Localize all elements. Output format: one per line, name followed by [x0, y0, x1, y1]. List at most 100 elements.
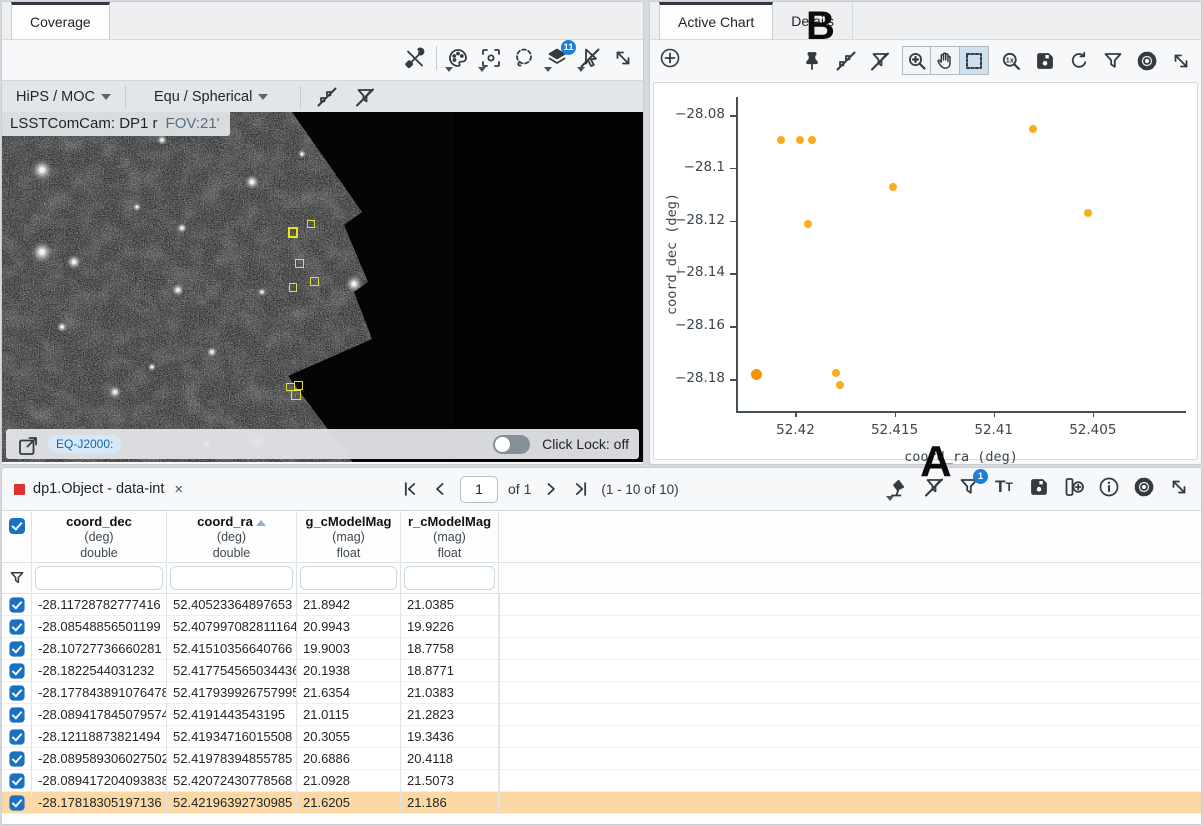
row-checkbox[interactable] — [8, 597, 25, 613]
palette-icon[interactable] — [445, 46, 470, 72]
row-select-cell — [2, 638, 32, 660]
data-point[interactable] — [1029, 125, 1038, 134]
lasso-select-icon[interactable] — [512, 46, 536, 70]
tab-coverage[interactable]: Coverage — [11, 2, 110, 39]
data-point[interactable] — [777, 135, 786, 144]
table-cell: 19.9226 — [401, 616, 499, 638]
table-row[interactable]: -28.10727736660281 52.41510356640766 19.90… — [2, 638, 1201, 660]
row-checkbox[interactable] — [8, 707, 25, 723]
data-point[interactable] — [795, 136, 804, 145]
y-axis-line — [736, 97, 738, 411]
row-checkbox[interactable] — [8, 729, 25, 745]
column-header-g_cModelMag[interactable]: g_cModelMag (mag) float — [297, 511, 401, 563]
row-end-border — [499, 704, 500, 726]
source-marker-box[interactable] — [310, 277, 319, 286]
hips-moc-dropdown[interactable]: HiPS / MOC — [16, 89, 111, 105]
tab-active-chart[interactable]: Active Chart — [659, 2, 774, 39]
pan-tool[interactable] — [931, 46, 960, 75]
table-row[interactable]: -28.089417204093838 52.42072430778568 21.0… — [2, 770, 1201, 792]
table-save-icon[interactable] — [1027, 475, 1051, 499]
data-point[interactable] — [832, 369, 841, 378]
data-point[interactable] — [751, 368, 763, 380]
row-checkbox[interactable] — [8, 795, 25, 811]
row-checkbox[interactable] — [8, 619, 25, 635]
source-marker-box[interactable] — [294, 381, 303, 390]
restore-icon[interactable] — [1067, 49, 1091, 73]
last-page-icon[interactable] — [571, 479, 591, 499]
table-tab[interactable]: dp1.Object - data-int × — [2, 481, 195, 498]
first-page-icon[interactable] — [400, 479, 420, 499]
sky-image-viewer[interactable]: LSSTComCam: DP1 r FOV:21' EQ-J2000: Click… — [2, 112, 643, 462]
pin-icon[interactable] — [800, 49, 824, 73]
source-marker-box[interactable] — [295, 259, 304, 268]
marker-off-icon[interactable] — [315, 85, 339, 109]
layers-icon[interactable]: 11 — [544, 40, 576, 72]
data-point[interactable] — [804, 219, 813, 228]
source-marker-box[interactable] — [288, 227, 298, 238]
click-lock-label: Click Lock: off — [542, 436, 629, 452]
scatter-plot[interactable]: −28.08 −28.1 −28.12 −28.14 −28.16 −28.18 52.42… — [654, 83, 1197, 465]
click-lock-toggle[interactable] — [493, 434, 531, 454]
table-row[interactable]: -28.11728782777416 52.40523364897653 21.89… — [2, 594, 1201, 616]
table-row[interactable]: -28.1822544031232 52.417754565034436 20.19… — [2, 660, 1201, 682]
text-view-icon[interactable]: TT — [992, 475, 1016, 499]
expand-icon[interactable] — [611, 46, 635, 70]
row-checkbox[interactable] — [8, 685, 25, 701]
tools-icon[interactable] — [403, 46, 427, 70]
data-point[interactable] — [835, 380, 844, 389]
chart-expand-icon[interactable] — [1169, 49, 1193, 73]
prev-page-icon[interactable] — [430, 479, 450, 499]
row-checkbox[interactable] — [8, 663, 25, 679]
external-link-icon[interactable] — [16, 434, 37, 455]
row-checkbox[interactable] — [8, 773, 25, 789]
row-checkbox[interactable] — [8, 751, 25, 767]
chart-marker-off-icon[interactable] — [834, 49, 858, 73]
source-marker-box[interactable] — [289, 283, 297, 292]
info-icon[interactable] — [1097, 475, 1121, 499]
next-page-icon[interactable] — [541, 479, 561, 499]
filter-input-r_cModelMag[interactable] — [404, 566, 495, 590]
select-all-cell — [2, 511, 32, 563]
filter-input-g_cModelMag[interactable] — [300, 566, 397, 590]
filter-off-icon[interactable] — [353, 85, 377, 109]
source-marker-box[interactable] — [291, 390, 301, 400]
lamp-icon[interactable] — [886, 475, 911, 501]
add-column-icon[interactable] — [1062, 475, 1086, 499]
table-expand-icon[interactable] — [1167, 475, 1191, 499]
data-point[interactable] — [808, 135, 817, 144]
page-number-input[interactable] — [460, 475, 498, 503]
zoom-reset-icon[interactable]: 1x — [999, 49, 1023, 73]
table-cell: 20.6886 — [297, 748, 401, 770]
chart-filter-off-icon[interactable] — [868, 49, 892, 73]
table-cell: 20.4118 — [401, 748, 499, 770]
column-header-r_cModelMag[interactable]: r_cModelMag (mag) float — [401, 511, 499, 563]
zoom-in-tool[interactable] — [902, 46, 931, 75]
table-row[interactable]: -28.08548856501199 52.407997082811164 20.9… — [2, 616, 1201, 638]
select-all-checkbox[interactable] — [8, 518, 25, 534]
filter-input-coord_ra[interactable] — [170, 566, 293, 590]
chart-save-icon[interactable] — [1033, 49, 1057, 73]
table-tab-close-icon[interactable]: × — [174, 481, 183, 498]
data-point[interactable] — [888, 182, 897, 191]
table-row[interactable]: -28.17818305197136 52.42196392730985 21.62… — [2, 792, 1201, 814]
column-header-coord_ra[interactable]: coord_ra (deg) double — [167, 511, 297, 563]
table-cell: 52.417939926757995 — [167, 682, 297, 704]
add-chart-icon[interactable] — [658, 46, 682, 70]
chart-filter-icon[interactable] — [1101, 49, 1125, 73]
table-filter-icon[interactable]: 1 — [957, 469, 988, 499]
table-row[interactable]: -28.12118873821494 52.41934716015508 20.30… — [2, 726, 1201, 748]
source-marker-box[interactable] — [307, 220, 315, 228]
column-header-coord_dec[interactable]: coord_dec (deg) double — [32, 511, 167, 563]
filter-input-coord_dec[interactable] — [35, 566, 163, 590]
select-rect-tool[interactable] — [960, 46, 989, 75]
chart-settings-icon[interactable] — [1135, 49, 1159, 73]
data-point[interactable] — [1084, 209, 1093, 218]
row-checkbox[interactable] — [8, 641, 25, 657]
table-row[interactable]: -28.177843891076478 52.417939926757995 21.… — [2, 682, 1201, 704]
table-row[interactable]: -28.089417845079574 52.4191443543195 21.01… — [2, 704, 1201, 726]
table-settings-icon[interactable] — [1132, 475, 1156, 499]
table-row[interactable]: -28.089589306027502 52.41978394855785 20.6… — [2, 748, 1201, 770]
unclick-icon[interactable] — [577, 46, 602, 72]
projection-dropdown[interactable]: Equ / Spherical — [154, 89, 269, 105]
recenter-icon[interactable] — [478, 46, 503, 72]
